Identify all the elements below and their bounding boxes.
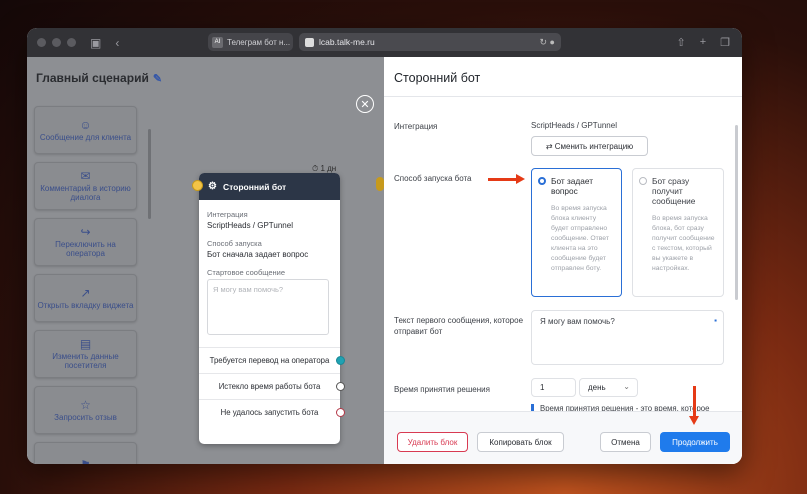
site-favicon: [305, 37, 314, 47]
first-message-value: Я могу вам помочь?: [540, 317, 615, 326]
browser-titlebar: ▣ ‹ AI Телеграм бот н... lcab.talk-me.ru…: [27, 28, 742, 57]
output-port-operator[interactable]: [336, 356, 345, 365]
radio-bot-asks[interactable]: [538, 177, 546, 185]
palette-item-label: Комментарий в историю диалога: [40, 184, 131, 202]
back-icon[interactable]: ‹: [115, 36, 119, 50]
finish-flag-icon: ⚑: [80, 459, 91, 464]
block-settings-panel: Сторонний бот Интеграция ScriptHeads / G…: [384, 57, 742, 464]
edit-pencil-icon[interactable]: ✎: [153, 73, 162, 85]
output-port-timeout[interactable]: [336, 382, 345, 391]
output-timeout: Истекло время работы бота: [199, 373, 345, 399]
tab-overview-icon[interactable]: ❐: [720, 36, 730, 49]
annotation-arrow-down: [689, 386, 699, 425]
delete-block-button[interactable]: Удалить блок: [397, 432, 468, 452]
star-icon: ☆: [80, 397, 91, 412]
chevron-down-icon: ⌄: [623, 382, 630, 391]
node-title: Сторонний бот: [222, 181, 287, 192]
palette-item[interactable]: ✉ Комментарий в историю диалога: [34, 162, 137, 210]
robot-icon: ⚙: [208, 181, 217, 192]
palette-item-label: Переключить на оператора: [55, 240, 116, 258]
palette-item-label: Изменить данные посетителя: [52, 352, 119, 370]
panel-title: Сторонний бот: [394, 71, 481, 85]
url-text: lcab.talk-me.ru: [319, 37, 375, 47]
scenario-title: Главный сценарий ✎: [36, 71, 163, 85]
maximize-window-icon[interactable]: [67, 38, 76, 47]
window-controls[interactable]: [37, 38, 76, 47]
node-start-msg-label: Стартовое сообщение: [207, 268, 286, 277]
address-bar[interactable]: lcab.talk-me.ru ↻ ●: [299, 33, 561, 51]
launch-method-label: Способ запуска бота: [394, 174, 472, 183]
continue-button[interactable]: Продолжить: [660, 432, 730, 452]
palette-item[interactable]: ☆ Запросить отзыв: [34, 386, 137, 434]
option-title: Бот сразу получит сообщение: [652, 176, 696, 206]
output-operator-transfer: Требуется перевод на оператора: [199, 347, 345, 373]
scenario-canvas[interactable]: Главный сценарий ✎ ☺ Сообщение для клиента…: [27, 57, 384, 464]
node-input-port[interactable]: [192, 180, 203, 191]
palette-item[interactable]: ↪ Переключить на оператора: [34, 218, 137, 266]
reload-icon[interactable]: ↻ ●: [540, 37, 555, 48]
copy-block-button[interactable]: Копировать блок: [477, 432, 564, 452]
palette-item[interactable]: ↗ Открыть вкладку виджета: [34, 274, 137, 322]
integration-label: Интеграция: [394, 122, 438, 131]
option-bot-gets-message[interactable]: Бот сразу получит сообщение Во время зап…: [632, 168, 724, 297]
palette-item[interactable]: ▤ Изменить данные посетителя: [34, 330, 137, 378]
node-integration-label: Интеграция: [207, 210, 248, 219]
decision-time-label: Время принятия решения: [394, 385, 490, 394]
tab-favicon: AI: [212, 36, 223, 48]
decision-unit-select[interactable]: день ⌄: [579, 378, 638, 397]
first-message-label: Текст первого сообщения, которое отправи…: [394, 316, 524, 336]
node-header: ⚙ Сторонний бот: [199, 173, 340, 200]
node-start-msg-preview: Я могу вам помочь?: [207, 279, 329, 335]
palette-item[interactable]: ☺ Сообщение для клиента: [34, 106, 137, 154]
palette-item-label: Запросить отзыв: [54, 412, 117, 422]
comment-icon: ✉: [80, 169, 91, 183]
block-palette: ☺ Сообщение для клиента ✉ Комментарий в ист…: [34, 106, 146, 464]
output-start-failed: Не удалось запустить бота: [199, 399, 345, 425]
integration-value: ScriptHeads / GPTunnel: [531, 121, 617, 130]
tab-title: Телеграм бот н...: [227, 37, 291, 47]
palette-scrollbar[interactable]: [148, 129, 151, 219]
third-party-bot-node[interactable]: ⚙ Сторонний бот Интеграция ScriptHeads /…: [192, 173, 345, 444]
share-icon[interactable]: ⇧: [676, 36, 685, 49]
connection-dot: [376, 177, 384, 191]
palette-item-label: Открыть вкладку виджета: [37, 300, 134, 310]
option-title: Бот задает вопрос: [551, 176, 593, 196]
option-description: Во время запуска блока клиенту будет отп…: [551, 205, 609, 272]
first-message-textarea[interactable]: Я могу вам помочь? ▪: [531, 310, 724, 365]
option-bot-asks-question[interactable]: Бот задает вопрос Во время запуска блока…: [531, 168, 622, 297]
change-integration-button[interactable]: ⇄ Сменить интеграцию: [531, 136, 648, 156]
close-panel-icon[interactable]: ✕: [356, 95, 374, 113]
decision-time-input[interactable]: 1: [531, 378, 576, 397]
palette-item[interactable]: ⚑: [34, 442, 137, 464]
minimize-window-icon[interactable]: [52, 38, 61, 47]
node-method-value: Бот сначала задает вопрос: [207, 250, 309, 259]
browser-window: ▣ ‹ AI Телеграм бот н... lcab.talk-me.ru…: [27, 28, 742, 464]
node-integration-value: ScriptHeads / GPTunnel: [207, 221, 293, 230]
output-port-failed[interactable]: [336, 408, 345, 417]
trash-icon[interactable]: ▪: [714, 316, 717, 325]
new-tab-icon[interactable]: +: [700, 36, 706, 49]
palette-item-label: Сообщение для клиента: [39, 132, 132, 142]
cancel-button[interactable]: Отмена: [600, 432, 651, 452]
open-tab-icon: ↗: [80, 285, 91, 300]
node-method-label: Способ запуска: [207, 239, 262, 248]
option-description: Во время запуска блока, бот сразу получи…: [652, 215, 715, 272]
user-icon: ☺: [79, 117, 92, 132]
transfer-icon: ↪: [80, 225, 91, 239]
panel-scrollbar[interactable]: [735, 125, 738, 300]
close-window-icon[interactable]: [37, 38, 46, 47]
radio-bot-gets[interactable]: [639, 177, 647, 185]
browser-tab[interactable]: AI Телеграм бот н...: [208, 33, 293, 51]
sidebar-toggle-icon[interactable]: ▣: [90, 36, 101, 50]
annotation-arrow-right: [488, 174, 525, 184]
panel-divider: [384, 96, 742, 97]
contact-card-icon: ▤: [79, 337, 92, 351]
